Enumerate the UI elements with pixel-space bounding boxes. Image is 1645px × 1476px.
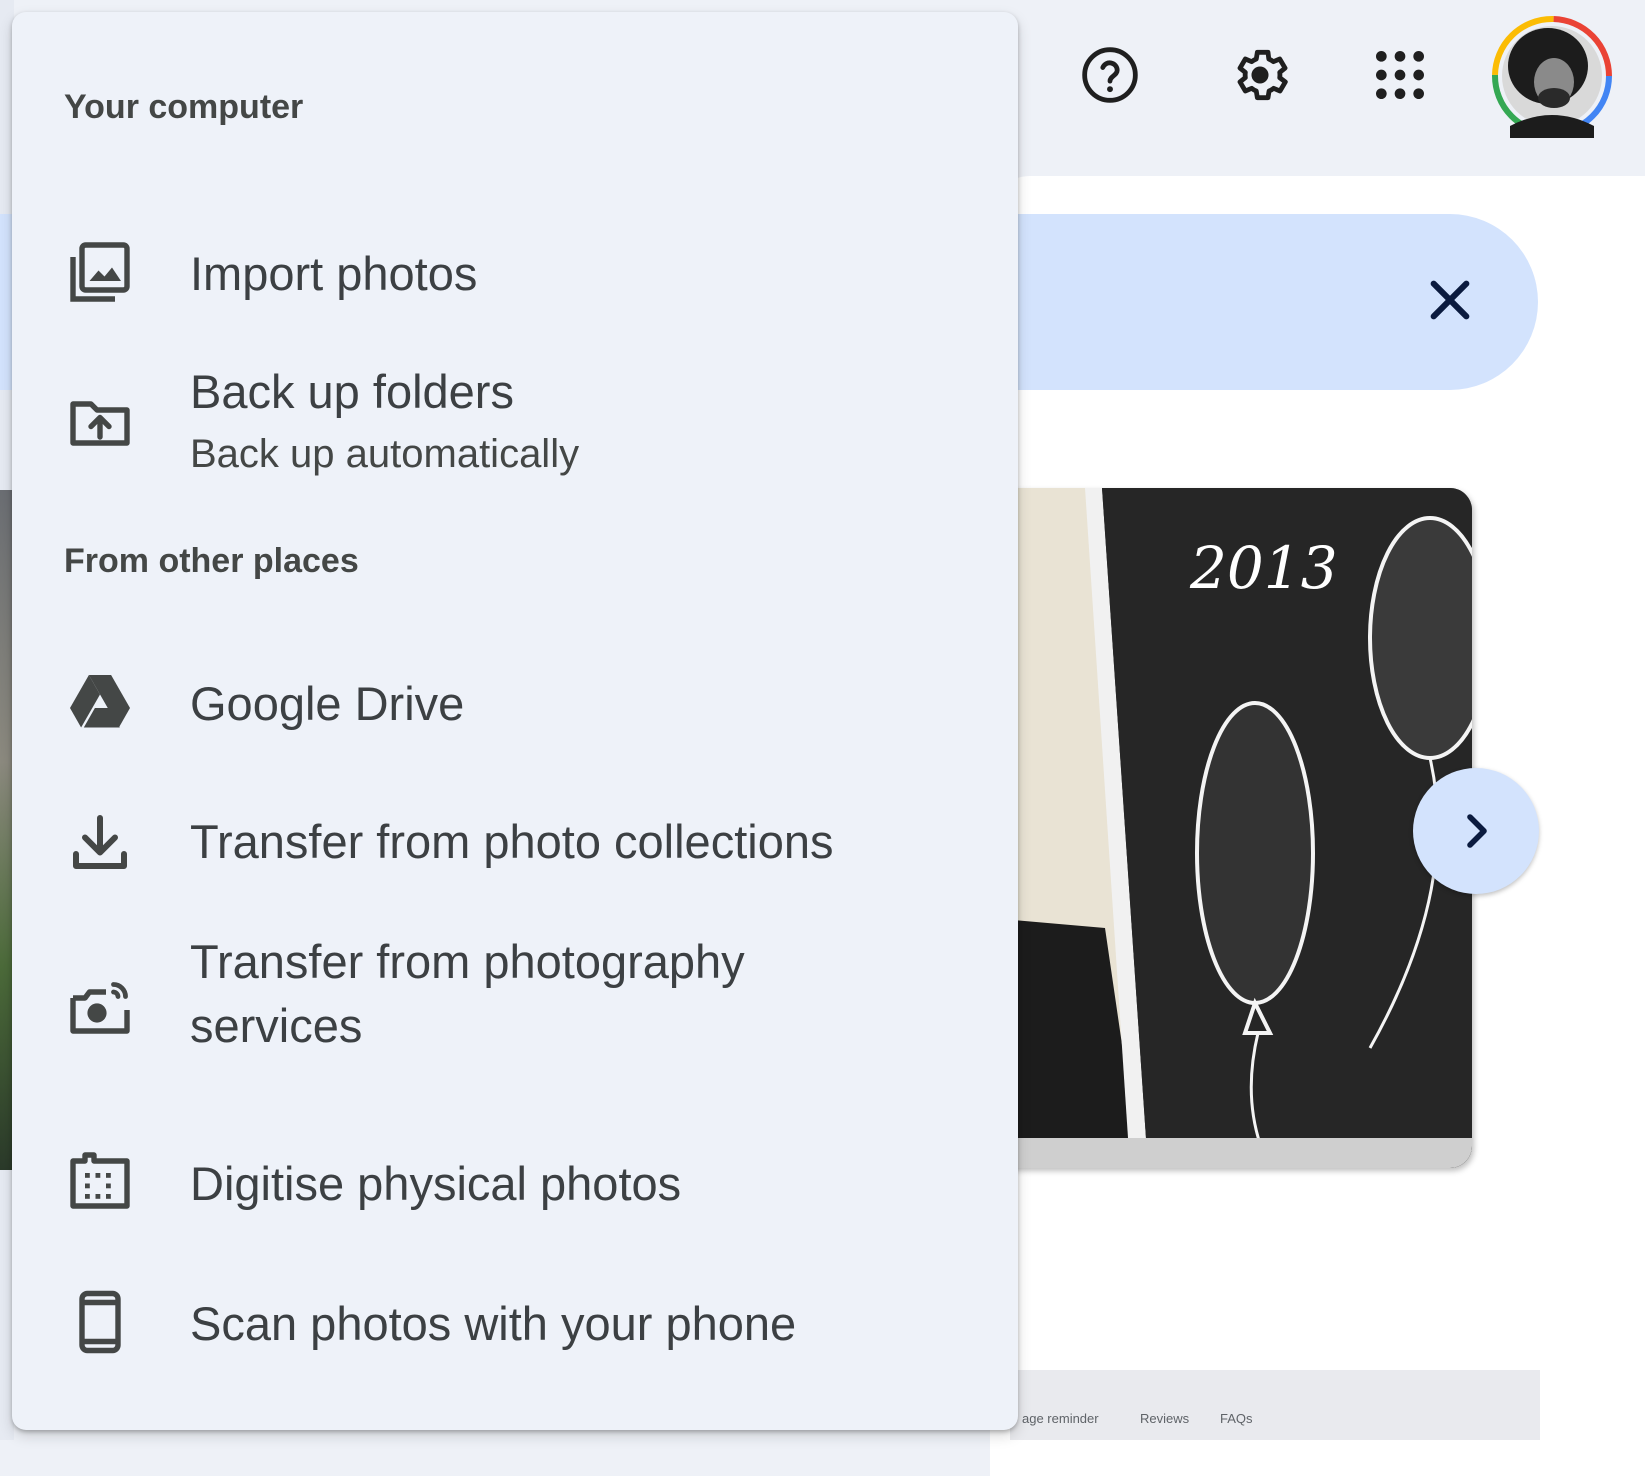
menu-item-sublabel: Back up automatically	[190, 432, 580, 476]
photo-scan-icon	[64, 1146, 136, 1218]
menu-item-back-up-folders[interactable]: Back up folders Back up automatically	[12, 352, 1018, 492]
menu-item-transfer-photo-collections[interactable]: Transfer from photo collections	[12, 772, 1018, 912]
thumb-text-3: FAQs	[1220, 1411, 1253, 1426]
account-avatar[interactable]	[1490, 14, 1614, 138]
next-memory-button[interactable]	[1413, 768, 1539, 894]
settings-button[interactable]	[1225, 40, 1295, 110]
close-icon	[1430, 280, 1470, 320]
thumb-text-2: Reviews	[1140, 1411, 1190, 1426]
menu-item-scan-with-phone[interactable]: Scan photos with your phone	[12, 1252, 1018, 1392]
menu-item-label-line1: Transfer from photography	[190, 935, 745, 988]
menu-item-transfer-photography-services[interactable]: Transfer from photography services	[12, 922, 1018, 1092]
menu-item-label: Import photos	[190, 247, 478, 300]
upload-menu: Your computer Import photos Back up fold…	[12, 12, 1018, 1430]
help-icon	[1082, 47, 1138, 103]
memory-card[interactable]: 2013	[990, 488, 1472, 1168]
apps-button[interactable]	[1365, 40, 1435, 110]
menu-item-label: Digitise physical photos	[190, 1157, 682, 1210]
menu-item-label: Google Drive	[190, 677, 465, 730]
menu-item-label-line2: services	[190, 999, 363, 1052]
menu-item-label: Transfer from photo collections	[190, 815, 834, 868]
banner-close-button[interactable]	[1415, 265, 1485, 335]
menu-item-label: Scan photos with your phone	[190, 1297, 797, 1350]
thumb-text-1: age reminder	[1022, 1411, 1099, 1426]
menu-item-import-photos[interactable]: Import photos	[12, 202, 1018, 342]
menu-item-label: Back up folders	[190, 365, 514, 418]
menu-item-google-drive[interactable]: Google Drive	[12, 632, 1018, 772]
folder-upload-icon	[64, 386, 136, 458]
settings-icon	[1237, 49, 1288, 101]
memory-photo: 2013	[990, 488, 1472, 1168]
download-icon	[64, 806, 136, 878]
google-drive-icon	[64, 666, 136, 738]
help-button[interactable]	[1075, 40, 1145, 110]
memory-handwritten-text: 2013	[1189, 534, 1338, 602]
camera-sync-icon	[64, 974, 136, 1046]
menu-item-digitise-physical-photos[interactable]: Digitise physical photos	[12, 1112, 1018, 1252]
from-other-places-header: From other places	[64, 542, 359, 580]
your-computer-header: Your computer	[64, 88, 304, 126]
chevron-right-icon	[1467, 814, 1487, 848]
smartphone-icon	[64, 1286, 136, 1358]
photo-library-icon	[64, 236, 136, 308]
avatar-image	[1492, 16, 1612, 138]
bottom-thumbnail[interactable]: age reminder Reviews FAQs	[1010, 1370, 1540, 1440]
apps-grid-icon	[1376, 51, 1424, 99]
